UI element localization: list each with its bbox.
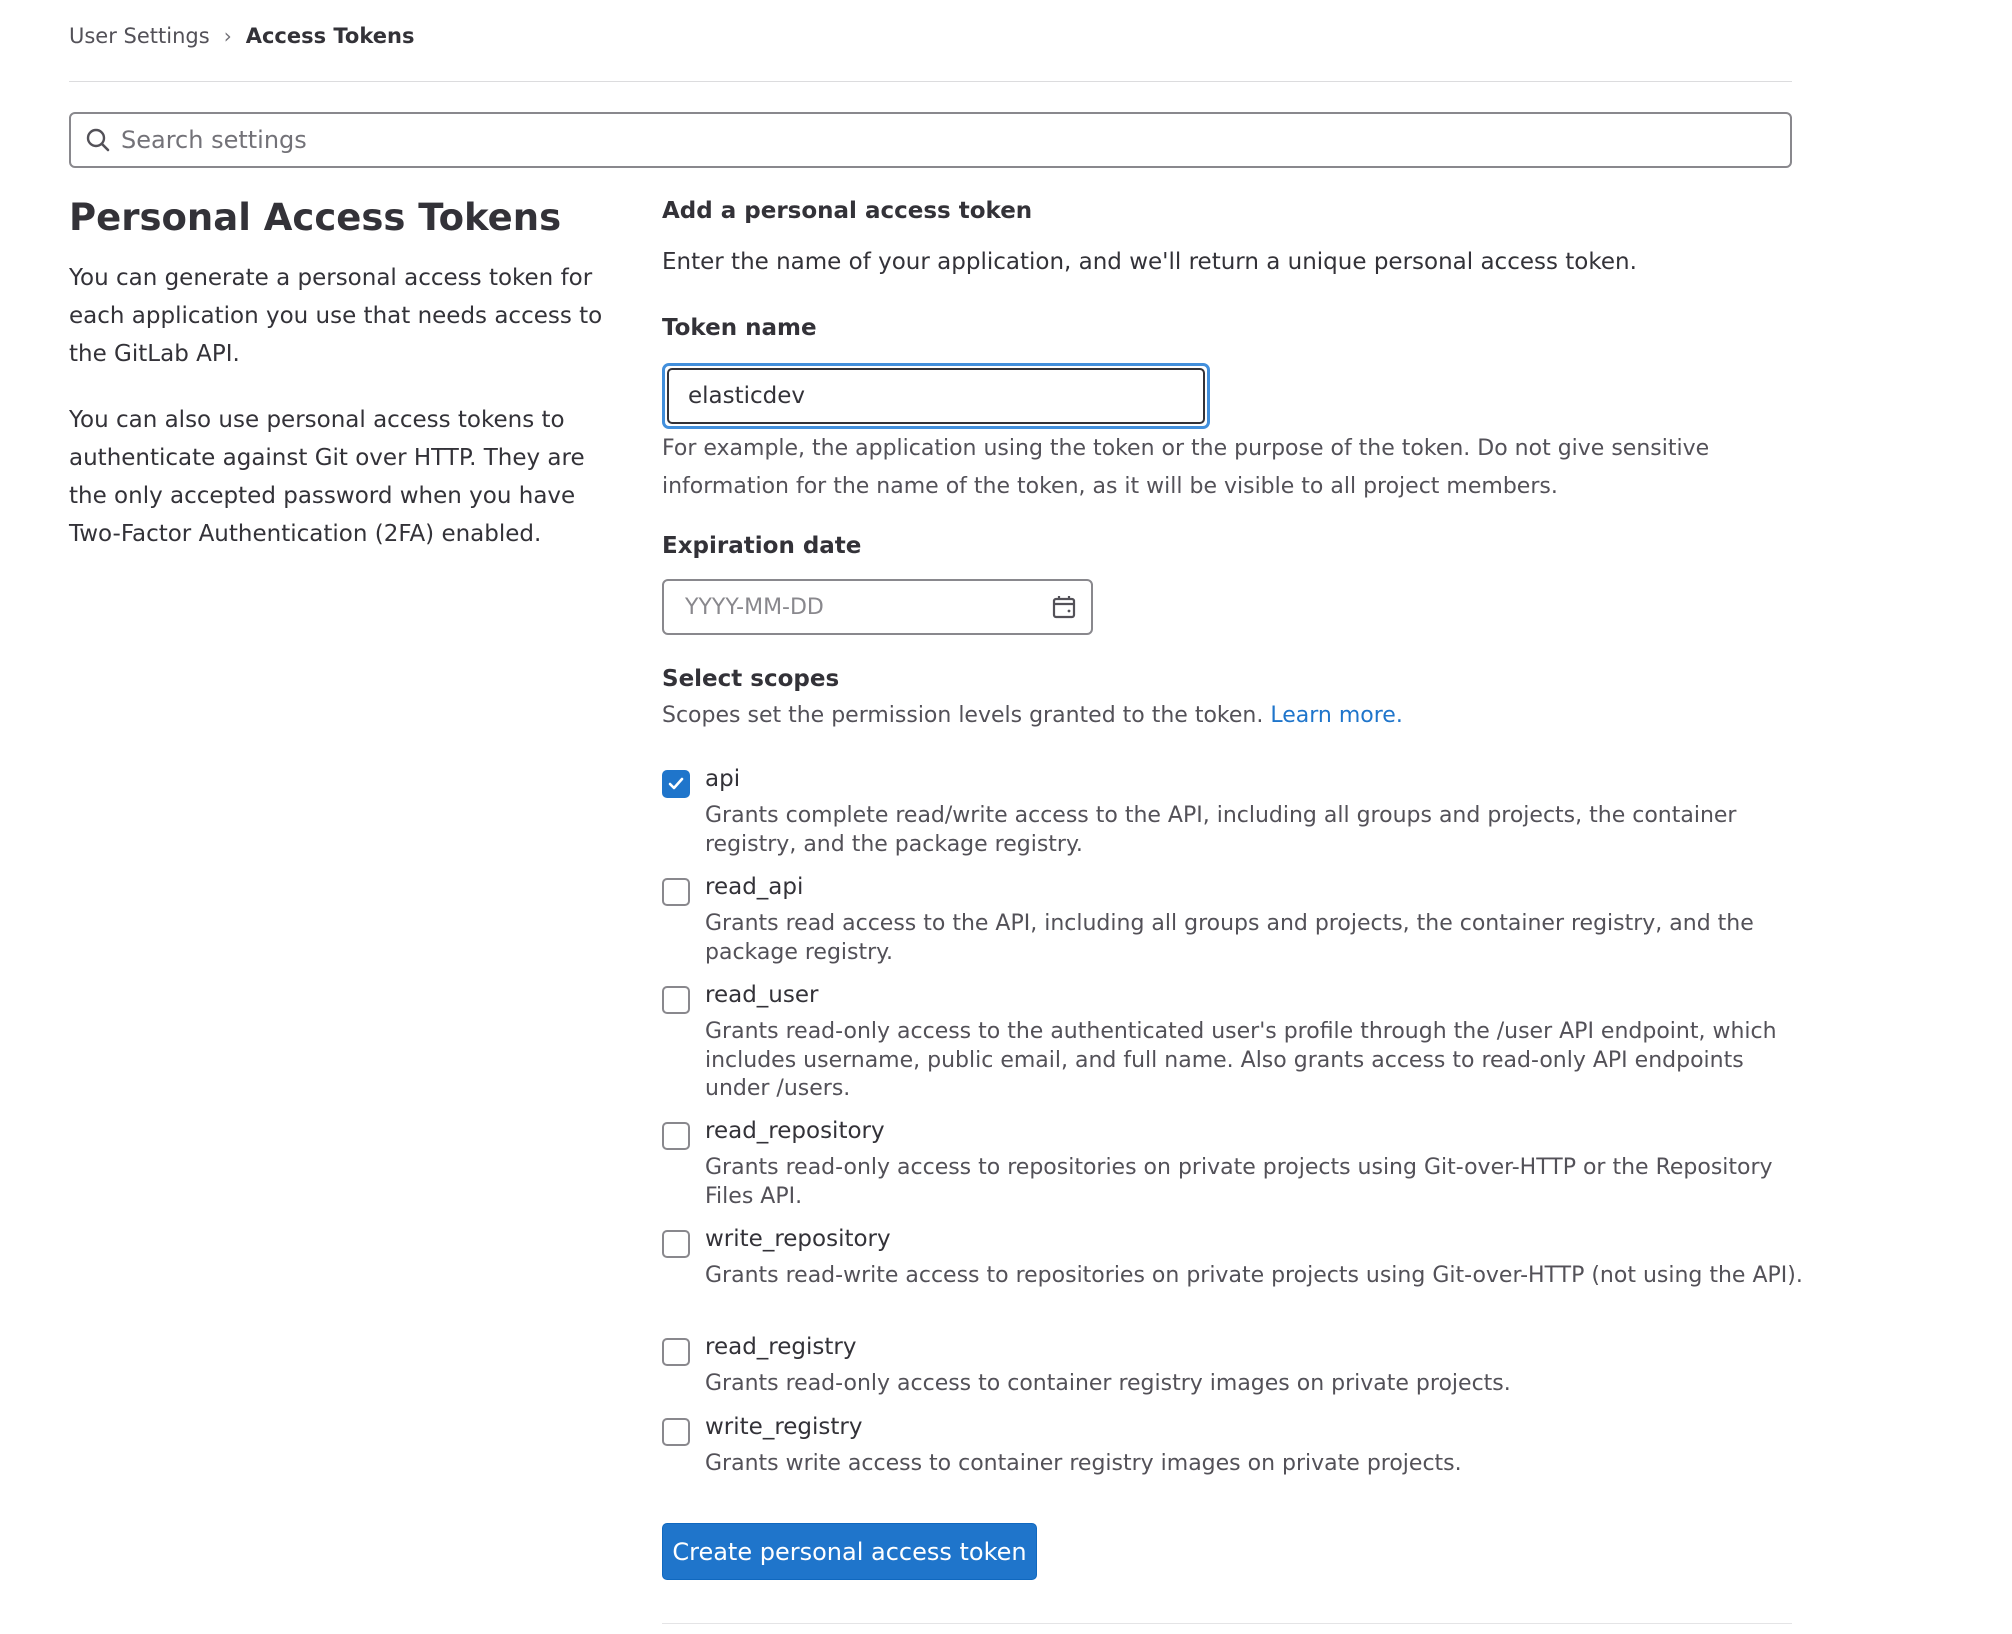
scope-checkbox[interactable] — [662, 1338, 690, 1366]
scope-description: Grants read-only access to the authentic… — [705, 1019, 1777, 1101]
scope-name[interactable]: read_registry — [705, 1334, 856, 1360]
section-divider — [662, 1623, 1792, 1624]
calendar-icon[interactable] — [1051, 594, 1077, 620]
token-name-help: For example, the application using the t… — [662, 436, 1710, 499]
create-token-button[interactable]: Create personal access token — [662, 1523, 1037, 1580]
scope-checkbox[interactable] — [662, 878, 690, 906]
breadcrumb: User Settings › Access Tokens — [69, 24, 414, 48]
scope-name[interactable]: write_repository — [705, 1226, 891, 1252]
breadcrumb-user-settings[interactable]: User Settings — [69, 24, 210, 48]
page-title: Personal Access Tokens — [69, 196, 562, 239]
learn-more-link[interactable]: Learn more. — [1270, 703, 1402, 728]
token-name-label: Token name — [662, 315, 817, 341]
scope-description: Grants write access to container registr… — [705, 1451, 1462, 1476]
scope-description: Grants complete read/write access to the… — [705, 803, 1737, 857]
scope-name[interactable]: write_registry — [705, 1414, 863, 1440]
intro-paragraph: You can generate a personal access token… — [69, 265, 603, 367]
expiration-date-field[interactable] — [662, 579, 1093, 635]
scope-checkbox[interactable] — [662, 770, 690, 798]
scopes-description-text: Scopes set the permission levels granted… — [662, 703, 1264, 728]
scope-name[interactable]: read_api — [705, 874, 803, 900]
scope-checkbox[interactable] — [662, 1418, 690, 1446]
expiration-date-label: Expiration date — [662, 533, 862, 559]
breadcrumb-access-tokens[interactable]: Access Tokens — [246, 24, 415, 48]
form-subtitle: Enter the name of your application, and … — [662, 249, 1637, 275]
scope-description: Grants read access to the API, including… — [705, 911, 1754, 965]
search-input[interactable] — [119, 125, 1723, 155]
check-icon — [668, 777, 684, 790]
form-heading: Add a personal access token — [662, 198, 1033, 224]
token-name-focus-ring — [662, 363, 1210, 429]
select-scopes-label: Select scopes — [662, 666, 840, 692]
header-divider — [69, 81, 1792, 82]
scope-checkbox[interactable] — [662, 986, 690, 1014]
search-icon — [86, 128, 110, 152]
chevron-right-icon: › — [223, 24, 232, 48]
scope-checkbox[interactable] — [662, 1122, 690, 1150]
scope-checkbox[interactable] — [662, 1230, 690, 1258]
scope-name[interactable]: api — [705, 766, 740, 792]
git-http-paragraph: You can also use personal access tokens … — [69, 407, 585, 547]
scope-description: Grants read-write access to repositories… — [705, 1263, 1803, 1288]
scopes-description: Scopes set the permission levels granted… — [662, 703, 1403, 728]
expiration-date-input[interactable] — [683, 593, 1017, 621]
scope-name[interactable]: read_repository — [705, 1118, 885, 1144]
scope-name[interactable]: read_user — [705, 982, 818, 1008]
search-settings-box[interactable] — [69, 112, 1792, 168]
scope-description: Grants read-only access to repositories … — [705, 1155, 1773, 1209]
token-name-input[interactable] — [667, 368, 1205, 424]
scope-description: Grants read-only access to container reg… — [705, 1371, 1511, 1396]
